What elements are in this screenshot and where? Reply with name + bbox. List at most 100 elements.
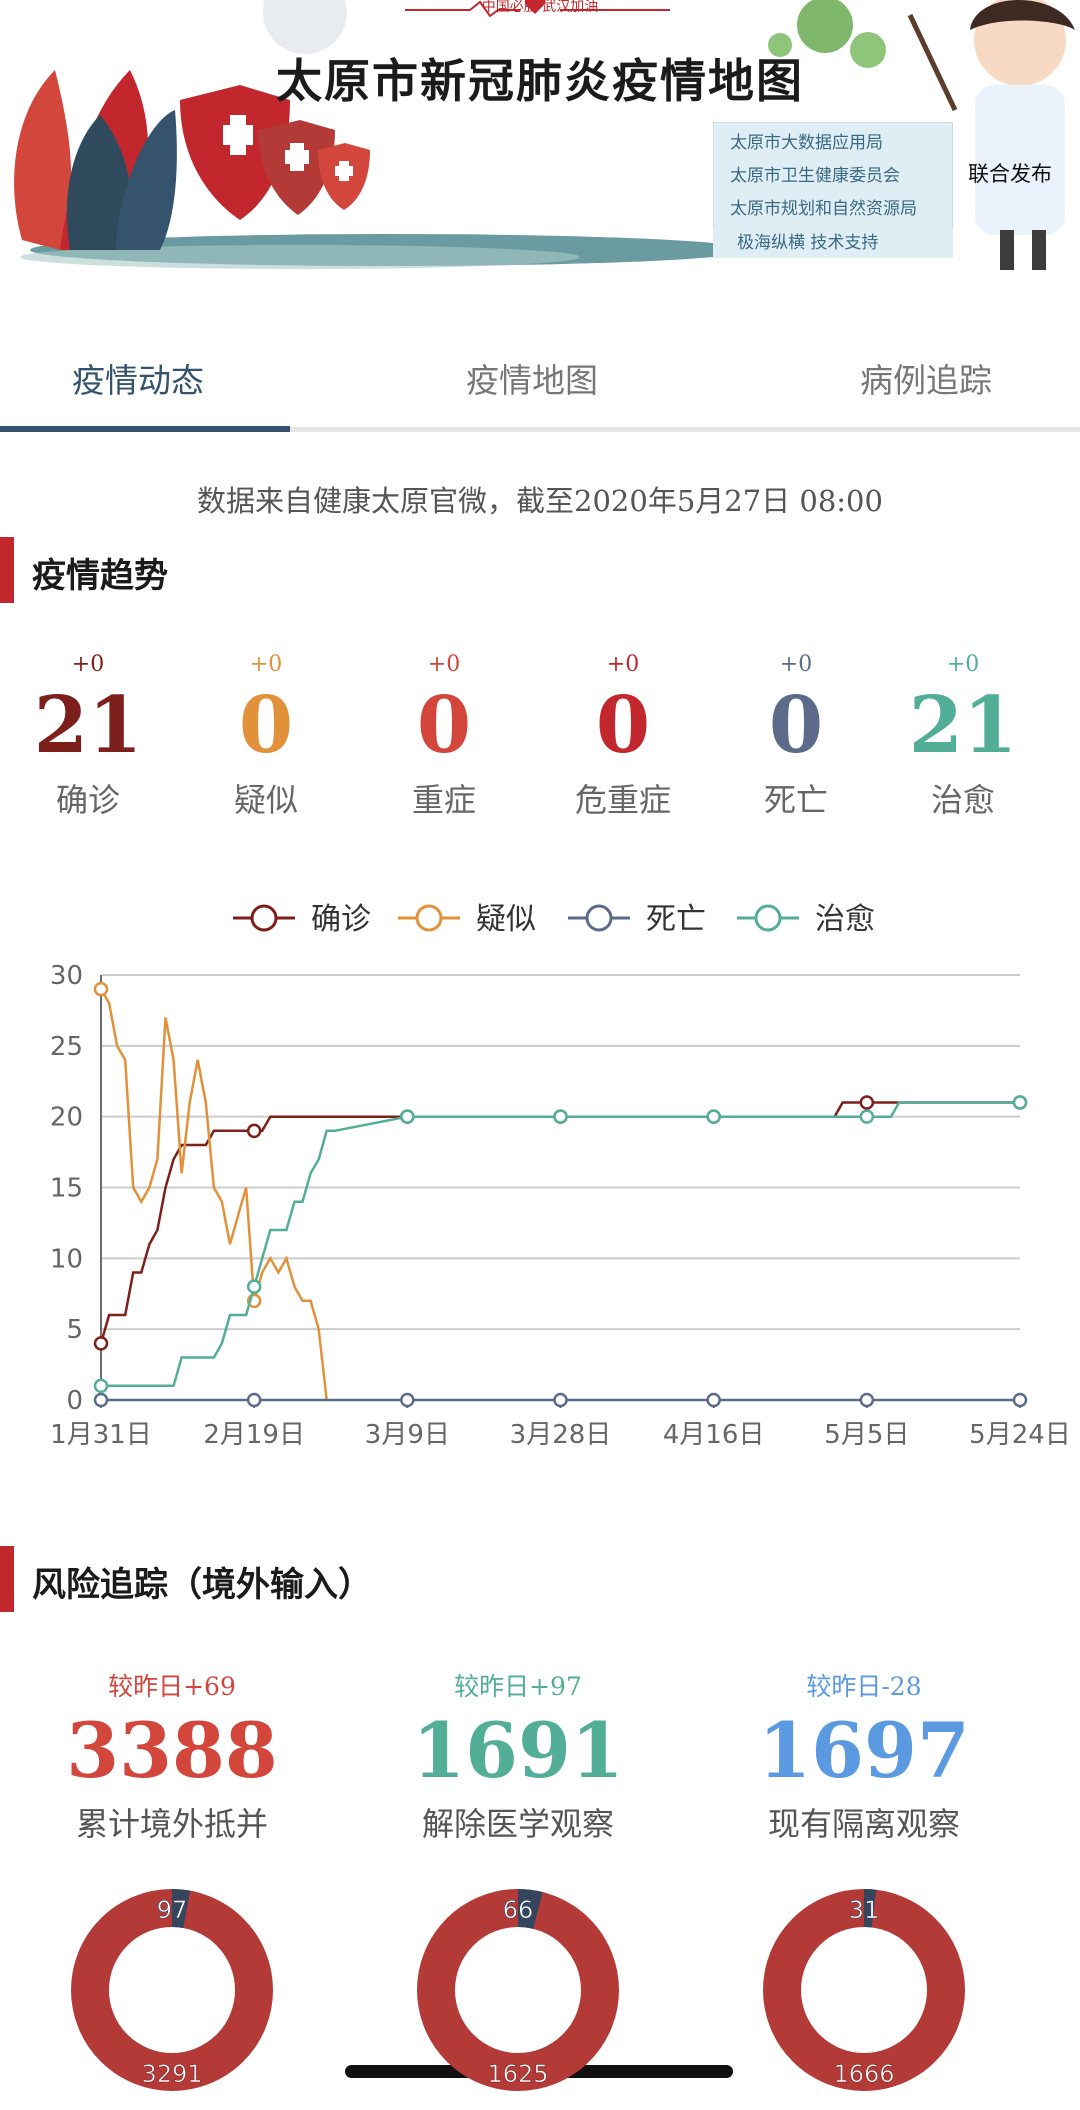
legend-marker bbox=[754, 904, 782, 932]
donut-label-small: 66 bbox=[503, 1896, 534, 1924]
series-line-3 bbox=[101, 1101, 1020, 1388]
section-title-trend: 疫情趋势 bbox=[32, 556, 168, 596]
donut-label-large: 1625 bbox=[487, 2060, 548, 2088]
series-line-1 bbox=[99, 988, 328, 1401]
donut-segment-large bbox=[417, 1889, 619, 2091]
header-banner: 中国必胜 武汉加油 太原市新冠肺炎疫情地图 太原市大数据应用局 太原市卫生健康委… bbox=[0, 0, 1080, 275]
tab-active-indicator bbox=[0, 426, 290, 432]
risk-stat-0: 较昨日+69 3388 累计境外抵并 bbox=[22, 1667, 322, 1845]
stat-delta: +0 bbox=[946, 652, 980, 677]
stat-value: 21 bbox=[908, 680, 1018, 771]
page-title: 太原市新冠肺炎疫情地图 bbox=[276, 54, 804, 108]
x-tick-label: 3月9日 bbox=[365, 1420, 450, 1450]
y-tick-label: 10 bbox=[50, 1244, 83, 1274]
risk-value: 3388 bbox=[66, 1706, 278, 1795]
stat-value: 0 bbox=[238, 680, 294, 771]
stat-5: +0 21 治愈 bbox=[878, 652, 1048, 821]
risk-delta: 较昨日-28 bbox=[806, 1672, 922, 1701]
series-point bbox=[706, 1392, 721, 1408]
risk-delta: 较昨日+69 bbox=[108, 1672, 236, 1701]
series-point bbox=[93, 1392, 109, 1408]
x-tick-label: 3月28日 bbox=[510, 1420, 612, 1450]
tab-epidemic-map[interactable]: 疫情地图 bbox=[466, 354, 598, 402]
stat-label: 死亡 bbox=[763, 781, 828, 819]
section-title-risk: 风险追踪（境外输入） bbox=[32, 1565, 372, 1605]
risk-value: 1697 bbox=[758, 1706, 970, 1795]
donut-chart-2: 31 1666 bbox=[763, 1889, 965, 2091]
series-point bbox=[553, 1109, 568, 1124]
data-source-note: 数据来自健康太原官微，截至2020年5月27日 08:00 bbox=[197, 484, 883, 518]
donut-label-small: 31 bbox=[849, 1896, 880, 1924]
donut-label-large: 1666 bbox=[833, 2060, 894, 2088]
y-tick-label: 25 bbox=[50, 1032, 83, 1062]
y-tick-label: 15 bbox=[50, 1174, 83, 1204]
tech-support-label: 极海纵横 技术支持 bbox=[713, 228, 953, 258]
stat-value: 0 bbox=[768, 680, 824, 771]
risk-label: 现有隔离观察 bbox=[767, 1805, 960, 1843]
stat-delta: +0 bbox=[427, 652, 461, 677]
y-tick-label: 0 bbox=[66, 1386, 83, 1416]
stat-delta: +0 bbox=[779, 652, 813, 677]
donut-segment-large bbox=[763, 1889, 965, 2091]
x-tick-label: 5月5日 bbox=[824, 1420, 909, 1450]
series-point bbox=[93, 981, 109, 997]
stat-3: +0 0 危重症 bbox=[538, 652, 708, 821]
series-point bbox=[246, 1392, 262, 1408]
donut-label-small: 97 bbox=[157, 1896, 188, 1924]
legend-marker bbox=[585, 904, 613, 932]
legend-label: 确诊 bbox=[311, 902, 371, 937]
tab-case-tracking[interactable]: 病例追踪 bbox=[860, 354, 992, 402]
risk-value: 1691 bbox=[412, 1706, 624, 1795]
stat-value: 0 bbox=[595, 680, 651, 771]
stat-value: 0 bbox=[416, 680, 472, 771]
stat-delta: +0 bbox=[71, 652, 105, 677]
stat-delta: +0 bbox=[249, 652, 283, 677]
legend-label: 疑似 bbox=[476, 902, 536, 937]
stat-2: +0 0 重症 bbox=[359, 652, 529, 821]
trend-line-chart: 0 5 10 15 20 25 30 1月31日 2月19日 3月9日 3月28日 4月16日 5月5日… bbox=[50, 902, 1071, 1450]
series-point bbox=[706, 1109, 721, 1124]
y-tick-label: 20 bbox=[50, 1103, 83, 1133]
stat-0: +0 21 确诊 bbox=[3, 652, 173, 821]
risk-label: 累计境外抵并 bbox=[75, 1805, 268, 1843]
series-point bbox=[93, 1336, 109, 1351]
section-marker bbox=[0, 537, 14, 603]
donut-chart-0: 97 3291 bbox=[71, 1889, 273, 2091]
legend-label: 死亡 bbox=[646, 902, 706, 937]
donut-chart-1: 66 1625 bbox=[417, 1889, 619, 2091]
donut-segment-large bbox=[71, 1889, 273, 2091]
legend-label: 治愈 bbox=[815, 902, 875, 937]
risk-label: 解除医学观察 bbox=[421, 1805, 614, 1843]
series-point bbox=[859, 1095, 875, 1110]
donut-label-large: 3291 bbox=[141, 2060, 202, 2088]
x-tick-label: 5月24日 bbox=[969, 1420, 1071, 1450]
stat-delta: +0 bbox=[606, 652, 640, 677]
risk-delta: 较昨日+97 bbox=[454, 1672, 582, 1701]
series-point bbox=[93, 1378, 109, 1394]
x-tick-label: 2月19日 bbox=[203, 1420, 305, 1450]
legend-marker bbox=[415, 904, 443, 932]
publisher-item: 太原市规划和自然资源局 bbox=[730, 199, 917, 219]
stat-label: 确诊 bbox=[55, 781, 120, 819]
series-point bbox=[246, 1279, 262, 1294]
x-tick-label: 4月16日 bbox=[663, 1420, 765, 1450]
stat-4: +0 0 死亡 bbox=[711, 652, 881, 821]
tab-bar: 疫情动态 疫情地图 病例追踪 bbox=[0, 330, 1080, 434]
series-point bbox=[400, 1109, 415, 1124]
joint-release-label: 联合发布 bbox=[968, 162, 1052, 186]
banner-slogan: 中国必胜 武汉加油 bbox=[481, 0, 599, 14]
series-point bbox=[1012, 1392, 1028, 1408]
stat-label: 重症 bbox=[411, 781, 476, 819]
stat-1: +0 0 疑似 bbox=[181, 652, 351, 821]
stat-label: 危重症 bbox=[574, 781, 671, 819]
publisher-item: 太原市大数据应用局 bbox=[730, 133, 883, 153]
risk-stat-2: 较昨日-28 1697 现有隔离观察 bbox=[714, 1667, 1014, 1845]
stat-label: 疑似 bbox=[233, 781, 298, 819]
series-point bbox=[859, 1392, 875, 1408]
y-tick-label: 5 bbox=[66, 1315, 83, 1345]
tab-epidemic-dynamics[interactable]: 疫情动态 bbox=[72, 354, 204, 402]
risk-stat-1: 较昨日+97 1691 解除医学观察 bbox=[368, 1667, 668, 1845]
x-tick-label: 1月31日 bbox=[50, 1420, 152, 1450]
stat-value: 21 bbox=[33, 680, 143, 771]
series-line-0 bbox=[99, 1101, 1020, 1344]
